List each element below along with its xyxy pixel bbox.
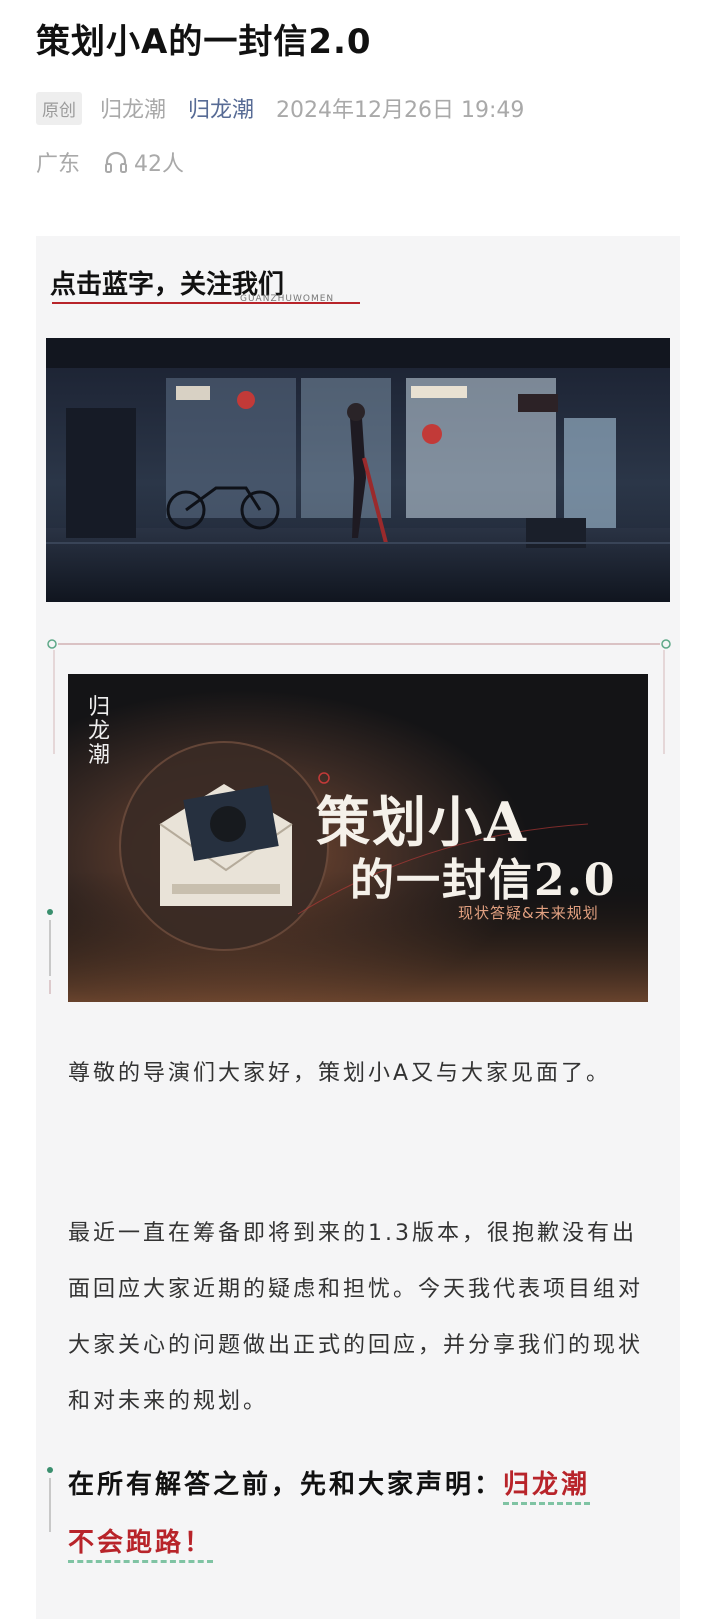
follow-banner-subtext: GUANZHUWOMEN [240,294,335,304]
statement-highlight-promise: 不会跑路！ [68,1528,214,1563]
night-street-banner-image[interactable] [46,338,670,602]
statement-paragraph: 在所有解答之前，先和大家声明：归龙潮不会跑路！ [68,1456,648,1572]
cover-title-line2: 的一封信2.0 [350,855,617,906]
article-meta: 原创 归龙潮 归龙潮 2024年12月26日 19:49 [36,91,525,125]
listen-count[interactable]: 42人 [104,146,184,178]
publish-time: 2024年12月26日 19:49 [276,98,525,123]
letter-cover-image[interactable]: 归龙潮 策划小A 的一封信2.0 现状答疑&未来规划 [68,674,648,1002]
location-label: 广东 [36,152,81,177]
listen-count-text: 42人 [134,152,185,177]
statement-prefix: 在所有解答之前，先和大家声明： [68,1470,504,1500]
original-badge: 原创 [36,91,82,125]
side-ornament-top [47,909,53,994]
statement-highlight-name: 归龙潮 [503,1470,591,1505]
follow-banner[interactable]: 点击蓝字，关注我们 GUANZHUWOMEN [50,264,410,316]
cover-subtitle: 现状答疑&未来规划 [458,904,599,922]
article-content: 点击蓝字，关注我们 GUANZHUWOMEN 归龙潮 策划小A 的一封信2.0 … [36,236,680,1619]
body-paragraph-1: 尊敬的导演们大家好，策划小A又与大家见面了。 [68,1061,612,1086]
headphones-icon [105,151,128,173]
body-paragraph-2: 最近一直在筹备即将到来的1.3版本，很抱歉没有出面回应大家近期的疑虑和担忧。今天… [68,1221,644,1414]
account-name-link[interactable]: 归龙潮 [188,92,254,124]
article-title: 策划小A的一封信2.0 [36,22,372,62]
article-meta-secondary: 广东 42人 [36,146,184,178]
side-ornament-bottom [47,1467,53,1532]
game-logo: 归龙潮 [88,695,111,768]
author-name: 归龙潮 [100,98,167,123]
